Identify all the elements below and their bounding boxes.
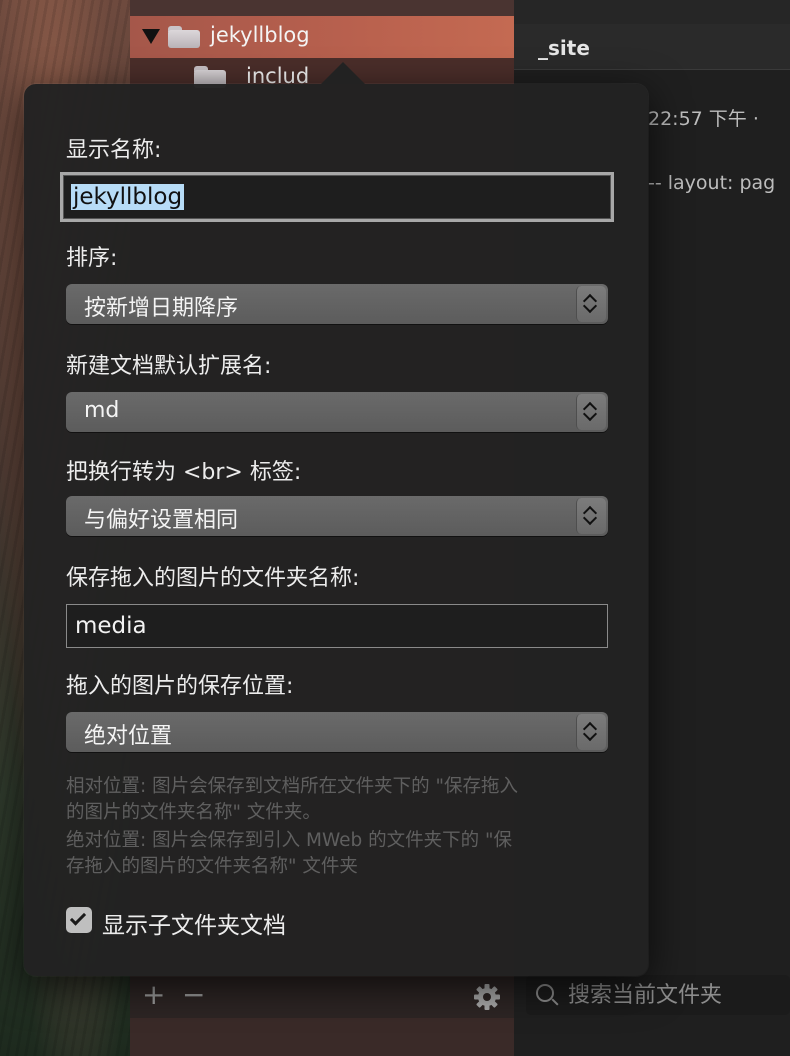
folder-icon	[168, 26, 200, 48]
help-text-line: 存拖入的图片的文件夹名称" 文件夹	[66, 856, 358, 877]
image-folder-field[interactable]	[66, 604, 608, 648]
show-subfolder-checkbox[interactable]	[66, 907, 92, 933]
image-location-label: 拖入的图片的保存位置:	[66, 674, 294, 699]
disclosure-triangle-icon[interactable]	[142, 29, 160, 44]
display-name-label: 显示名称:	[66, 138, 162, 163]
image-location-value: 绝对位置	[84, 724, 173, 749]
document-date: 22:57 下午 ·	[648, 108, 759, 130]
folder-settings-popover: 显示名称: jekyllblog 排序: 按新增日期降序 新建文档默认扩展名: …	[24, 62, 648, 976]
checkmark-icon	[69, 909, 87, 926]
default-extension-value: md	[84, 398, 120, 423]
sidebar-toolbar: + −	[130, 974, 514, 1018]
sidebar-item-jekyllblog[interactable]: jekyllblog	[130, 16, 514, 58]
remove-folder-button[interactable]: −	[182, 981, 205, 1009]
document-snippet: -- layout: pag	[648, 172, 776, 194]
chevron-updown-icon	[576, 714, 606, 750]
br-conversion-popup[interactable]: 与偏好设置相同	[66, 496, 608, 536]
content-header	[514, 0, 790, 24]
default-extension-popup[interactable]: md	[66, 392, 608, 432]
search-icon	[536, 984, 554, 1002]
chevron-updown-icon	[576, 498, 606, 534]
help-text-line: 相对位置: 图片会保存到文档所在文件夹下的 "保存拖入	[66, 776, 519, 797]
display-name-value: jekyllblog	[71, 184, 185, 210]
chevron-updown-icon	[576, 394, 606, 430]
image-folder-label: 保存拖入的图片的文件夹名称:	[66, 566, 360, 591]
sort-popup[interactable]: 按新增日期降序	[66, 284, 608, 324]
br-conversion-value: 与偏好设置相同	[84, 508, 239, 533]
default-extension-label: 新建文档默认扩展名:	[66, 354, 272, 379]
chevron-updown-icon	[576, 286, 606, 322]
image-location-popup[interactable]: 绝对位置	[66, 712, 608, 752]
popover-arrow	[321, 62, 365, 84]
gear-icon[interactable]	[472, 982, 502, 1012]
sidebar-item-label: jekyllblog	[210, 23, 310, 47]
sidebar-previous-row[interactable]	[130, 0, 514, 16]
sort-popup-value: 按新增日期降序	[84, 296, 239, 321]
sort-label: 排序:	[66, 246, 118, 271]
display-name-field[interactable]: jekyllblog	[60, 172, 614, 222]
br-conversion-label: 把换行转为 <br> 标签:	[66, 460, 302, 485]
search-input[interactable]	[568, 979, 788, 1011]
help-text-line: 绝对位置: 图片会保存到引入 MWeb 的文件夹下的 "保	[66, 830, 513, 851]
content-tabbar: _site	[514, 24, 790, 70]
search-field[interactable]	[526, 975, 790, 1015]
help-text-line: 的图片的文件夹名称" 文件夹。	[66, 802, 321, 823]
folder-title: _site	[538, 36, 590, 60]
show-subfolder-label[interactable]: 显示子文件夹文档	[102, 906, 286, 940]
add-folder-button[interactable]: +	[142, 981, 165, 1009]
